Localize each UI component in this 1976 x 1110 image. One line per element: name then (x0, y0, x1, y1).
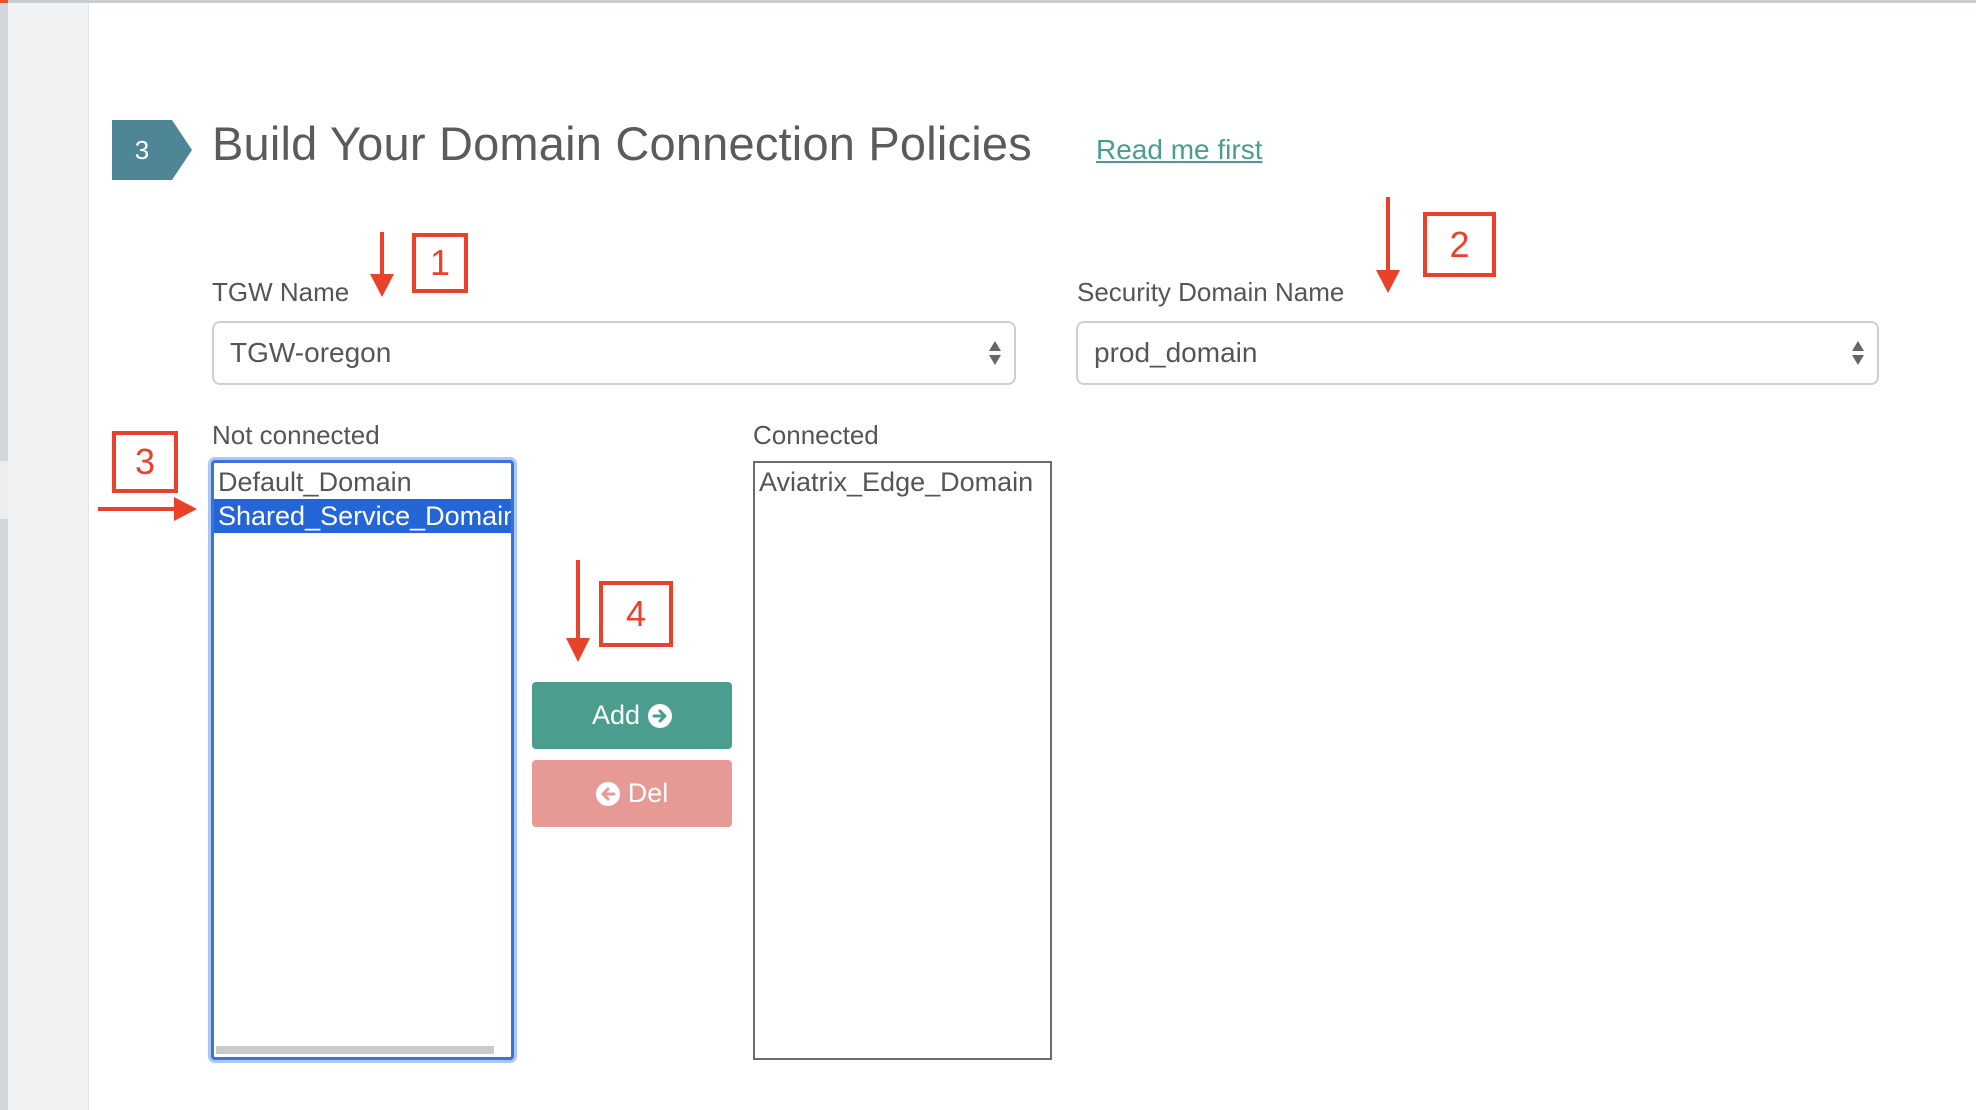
tgw-name-value: TGW-oregon (230, 337, 392, 368)
security-domain-value: prod_domain (1094, 337, 1258, 368)
left-scroll-strip (0, 3, 8, 1110)
step-badge: 3 (112, 120, 192, 180)
annotation-arrow-1 (370, 232, 394, 297)
not-connected-label: Not connected (212, 420, 380, 450)
select-arrows-icon (1852, 341, 1864, 365)
del-button[interactable]: Del (532, 760, 732, 827)
left-strip-highlight (0, 461, 8, 519)
annotation-arrow-4 (566, 560, 590, 662)
annotation-box-1: 1 (412, 233, 468, 293)
not-connected-listbox[interactable]: Default_Domain Shared_Service_Domain (211, 460, 514, 1060)
annotation-box-2: 2 (1423, 212, 1496, 277)
security-domain-select[interactable]: prod_domain (1076, 321, 1879, 385)
tgw-name-label: TGW Name (212, 277, 350, 307)
add-button[interactable]: Add (532, 682, 732, 749)
annotation-arrow-3 (98, 497, 197, 521)
page-title: Build Your Domain Connection Policies (212, 117, 1032, 170)
annotation-box-4: 4 (599, 581, 673, 647)
annotation-arrow-2 (1376, 197, 1400, 293)
select-arrows-icon (989, 341, 1001, 365)
security-domain-label: Security Domain Name (1077, 277, 1345, 307)
del-button-label: Del (627, 778, 669, 808)
arrow-circle-left-icon (595, 781, 620, 806)
top-bar (0, 0, 1976, 3)
horizontal-scrollbar[interactable] (216, 1046, 494, 1054)
list-item-selected[interactable]: Shared_Service_Domain (214, 499, 511, 533)
add-button-label: Add (591, 700, 641, 730)
connected-listbox[interactable]: Aviatrix_Edge_Domain (753, 461, 1052, 1060)
step-number: 3 (134, 135, 150, 165)
connected-label: Connected (753, 420, 879, 450)
list-item[interactable]: Default_Domain (214, 465, 511, 499)
read-me-first-link[interactable]: Read me first (1096, 134, 1263, 166)
annotation-box-3: 3 (112, 431, 178, 493)
tgw-name-select[interactable]: TGW-oregon (212, 321, 1016, 385)
list-item[interactable]: Aviatrix_Edge_Domain (755, 465, 1050, 499)
sidebar (8, 3, 89, 1110)
arrow-circle-right-icon (648, 703, 673, 728)
